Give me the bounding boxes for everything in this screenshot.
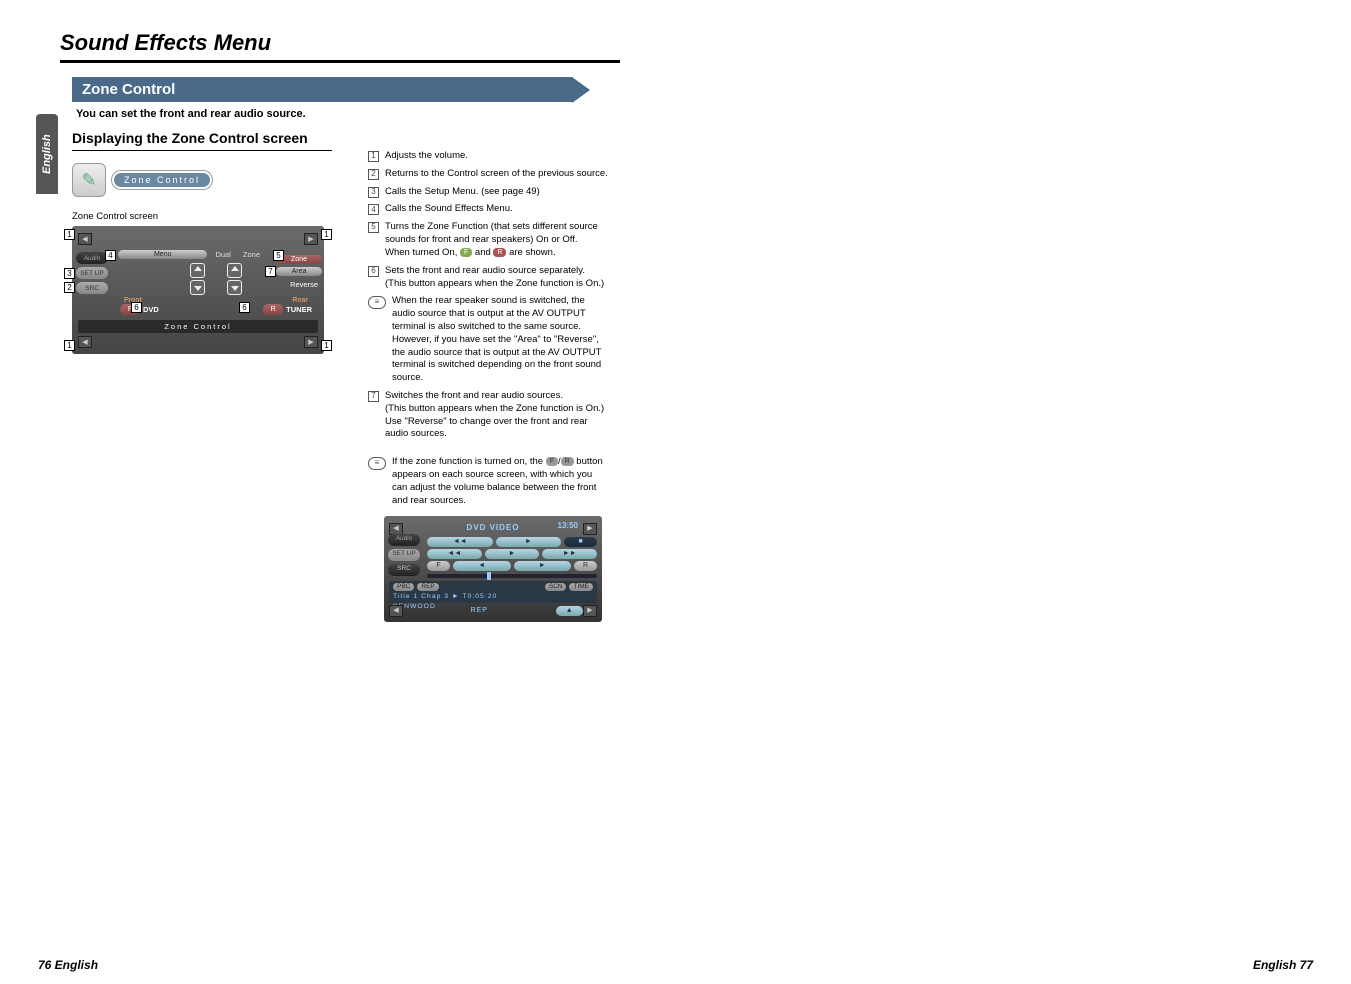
play-button[interactable]: ► bbox=[485, 549, 540, 559]
section-header: Zone Control bbox=[72, 77, 572, 102]
src-button[interactable]: SRC bbox=[76, 282, 108, 294]
next-button[interactable]: ►► bbox=[542, 549, 597, 559]
audio-tab[interactable]: Audio bbox=[76, 252, 108, 264]
callout-2: 2 bbox=[64, 282, 75, 293]
pbc-chip[interactable]: PBC bbox=[393, 583, 414, 592]
callout-1: 1 bbox=[321, 340, 332, 351]
title-underline bbox=[60, 60, 620, 63]
r-balance-button[interactable]: R bbox=[574, 561, 597, 571]
section-subtitle: You can set the front and rear audio sou… bbox=[76, 108, 596, 120]
progress-bar[interactable] bbox=[427, 574, 597, 578]
callout-1: 1 bbox=[64, 229, 75, 240]
up-arrow-button[interactable]: ▲ bbox=[556, 606, 583, 616]
rear-up-button[interactable] bbox=[227, 263, 242, 278]
callout-ref-6: 6 bbox=[368, 266, 379, 277]
front-down-button[interactable] bbox=[190, 280, 205, 295]
callout-1: 1 bbox=[64, 340, 75, 351]
zone-label: Zone bbox=[239, 249, 264, 260]
page-right-icon[interactable]: ▶ bbox=[304, 336, 318, 348]
vol-up-icon[interactable]: ▶ bbox=[583, 523, 597, 535]
vol-up-icon[interactable]: ▶ bbox=[304, 233, 318, 245]
note-6: When the rear speaker sound is switched,… bbox=[392, 295, 608, 385]
callout-ref-7: 7 bbox=[368, 391, 379, 402]
desc-6: Sets the front and rear audio source sep… bbox=[385, 265, 604, 291]
callout-ref-3: 3 bbox=[368, 187, 379, 198]
page-title: Sound Effects Menu bbox=[60, 30, 1351, 56]
zone-control-selector: ✎ Zone Control bbox=[72, 163, 342, 197]
playback-info: Title 1 Chap 3 ► T0:05:20 bbox=[393, 592, 593, 601]
reverse-label: Reverse bbox=[286, 279, 322, 290]
zone-control-screenshot: ◀ ▶ Audio SET UP SRC Menu Dual Zone bbox=[72, 226, 324, 354]
screen-footer: Zone Control bbox=[78, 320, 318, 333]
note-fr: If the zone function is turned on, the F… bbox=[392, 456, 608, 507]
front-up-button[interactable] bbox=[190, 263, 205, 278]
scn-chip[interactable]: SCN bbox=[545, 583, 567, 592]
callout-ref-5: 5 bbox=[368, 222, 379, 233]
rew-button[interactable]: ◄◄ bbox=[427, 537, 493, 547]
footer-label: REP bbox=[403, 606, 556, 615]
dvd-video-screenshot: ◀ DVD VIDEO 13:50 ▶ Audio SET UP SRC ◄◄ … bbox=[384, 516, 602, 622]
f-badge: F bbox=[460, 248, 472, 257]
page-number-right: English 77 bbox=[1253, 958, 1313, 972]
note-icon: ≡ bbox=[368, 457, 386, 470]
callout-7: 7 bbox=[265, 266, 276, 277]
menu-chip[interactable]: Menu bbox=[118, 250, 207, 259]
callout-6: 6 bbox=[239, 302, 250, 313]
note-icon: ≡ bbox=[368, 296, 386, 309]
callout-ref-1: 1 bbox=[368, 151, 379, 162]
screenshot-caption: Zone Control screen bbox=[72, 211, 342, 222]
vol-down-icon[interactable]: ◀ bbox=[78, 233, 92, 245]
page-number-left: 76 English bbox=[38, 958, 98, 972]
zone-control-pill[interactable]: Zone Control bbox=[114, 173, 210, 187]
time-chip[interactable]: TIME bbox=[569, 583, 593, 592]
callout-ref-4: 4 bbox=[368, 204, 379, 215]
desc-7: Switches the front and rear audio source… bbox=[385, 390, 608, 441]
callout-ref-2: 2 bbox=[368, 169, 379, 180]
audio-tab[interactable]: Audio bbox=[388, 534, 420, 546]
fwd-button[interactable]: ► bbox=[496, 537, 562, 547]
area-button[interactable]: Area bbox=[276, 267, 322, 276]
rear-src-name: TUNER bbox=[286, 305, 312, 314]
rear-down-button[interactable] bbox=[227, 280, 242, 295]
page-left-icon[interactable]: ◀ bbox=[389, 605, 403, 617]
desc-3: Calls the Setup Menu. (see page 49) bbox=[385, 186, 540, 199]
stop-button[interactable]: ■ bbox=[564, 537, 597, 547]
r-badge: R bbox=[493, 248, 506, 257]
desc-5: Turns the Zone Function (that sets diffe… bbox=[385, 221, 608, 259]
callout-4: 4 bbox=[105, 250, 116, 261]
front-src-name: DVD bbox=[143, 305, 159, 314]
desc-4: Calls the Sound Effects Menu. bbox=[385, 203, 513, 216]
clock: 13:50 bbox=[558, 521, 578, 532]
desc-1: Adjusts the volume. bbox=[385, 150, 468, 163]
src-button[interactable]: SRC bbox=[388, 564, 420, 576]
audio-icon: ✎ bbox=[72, 163, 106, 197]
subsection-title: Displaying the Zone Control screen bbox=[72, 130, 332, 151]
prev-button[interactable]: ◄◄ bbox=[427, 549, 482, 559]
balance-right[interactable]: ► bbox=[514, 561, 572, 571]
f-button-ref: F bbox=[546, 457, 558, 466]
desc-2: Returns to the Control screen of the pre… bbox=[385, 168, 608, 181]
balance-left[interactable]: ◄ bbox=[453, 561, 511, 571]
dual-label: Dual bbox=[211, 249, 234, 260]
page-right-icon[interactable]: ▶ bbox=[583, 605, 597, 617]
rear-src-badge[interactable]: R bbox=[263, 304, 283, 315]
callout-3: 3 bbox=[64, 268, 75, 279]
rear-label: Rear bbox=[292, 297, 308, 304]
callout-1: 1 bbox=[321, 229, 332, 240]
f-balance-button[interactable]: F bbox=[427, 561, 450, 571]
language-tab: English bbox=[36, 114, 58, 194]
page-left-icon[interactable]: ◀ bbox=[78, 336, 92, 348]
callout-5: 5 bbox=[273, 250, 284, 261]
dvd-title: DVD VIDEO bbox=[466, 523, 519, 534]
callout-6: 6 bbox=[131, 302, 142, 313]
setup-button[interactable]: SET UP bbox=[76, 267, 108, 279]
r-button-ref: R bbox=[561, 457, 574, 466]
rep-chip[interactable]: REP bbox=[417, 583, 438, 592]
setup-button[interactable]: SET UP bbox=[388, 549, 420, 561]
